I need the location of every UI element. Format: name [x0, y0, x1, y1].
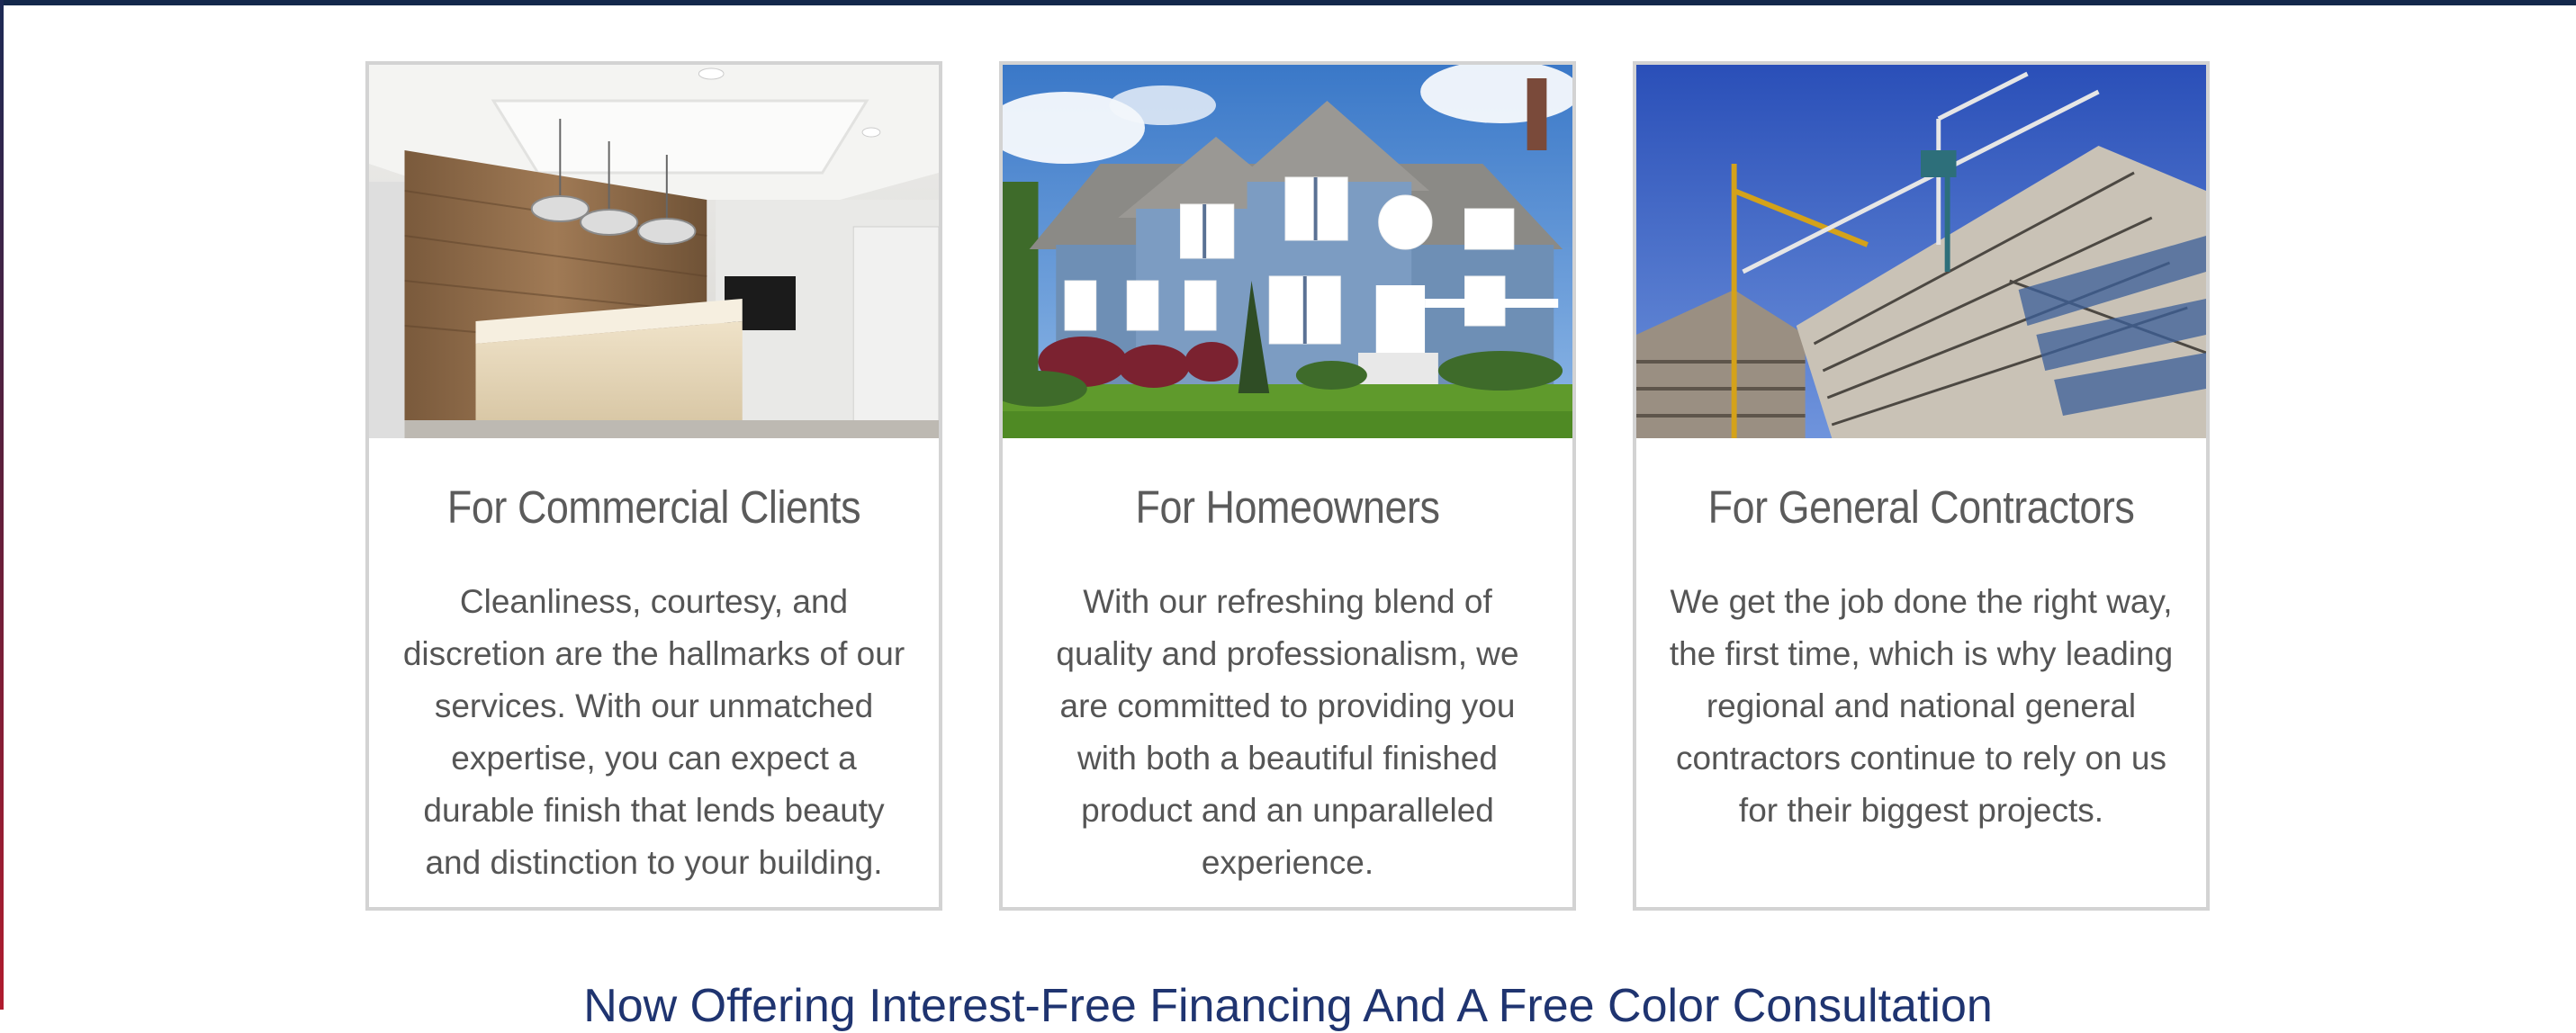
card-description: Cleanliness, courtesy, and discretion ar…: [402, 583, 905, 881]
card-homeowners: For Homeowners With our refreshing blend…: [999, 61, 1576, 911]
financing-heading: Now Offering Interest-Free Financing And…: [583, 980, 1993, 1032]
card-title: For General Contractors: [1707, 481, 2135, 533]
left-accent-edge: [0, 0, 4, 1010]
card-description: With our refreshing blend of quality and…: [1056, 583, 1519, 881]
card-general-contractors: For General Contractors We get the job d…: [1633, 61, 2210, 911]
house-photo: [1003, 65, 1572, 438]
card-commercial-clients: For Commercial Clients Cleanliness, cour…: [365, 61, 942, 911]
card-description: We get the job done the right way, the f…: [1669, 583, 2174, 829]
card-title: For Homeowners: [1135, 481, 1440, 533]
construction-site-photo: [1636, 65, 2206, 438]
card-title: For Commercial Clients: [446, 481, 861, 533]
top-accent-bar: [0, 0, 2576, 5]
office-lobby-photo: [369, 65, 939, 438]
